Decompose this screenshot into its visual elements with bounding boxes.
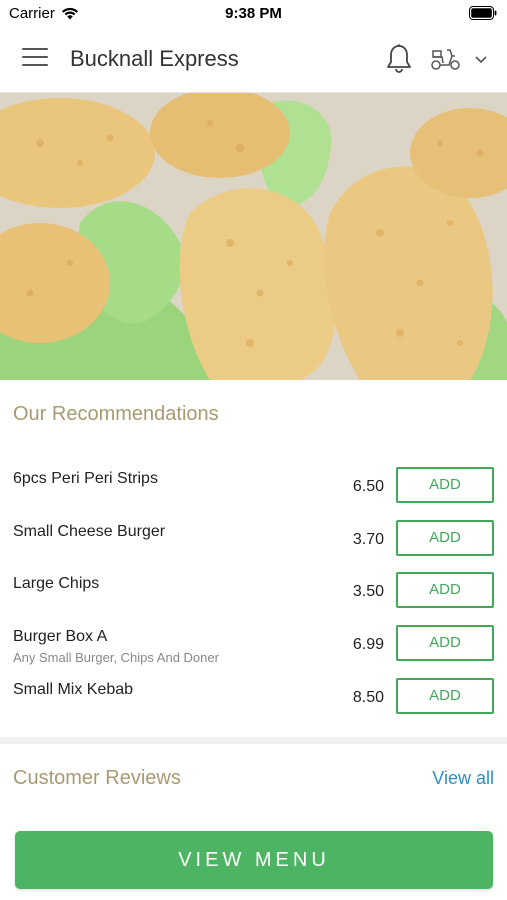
battery-icon [469,6,497,24]
status-bar: Carrier 9:38 PM [0,0,507,28]
recommendation-item: Small Mix Kebab 8.50 ADD [0,678,507,731]
scooter-icon [431,49,460,70]
recommendation-item: Small Cheese Burger 3.70 ADD [0,520,507,573]
add-button[interactable]: ADD [396,467,494,503]
item-name: Large Chips [13,575,100,592]
add-button[interactable]: ADD [396,625,494,661]
reviews-title: Customer Reviews [13,767,181,789]
recommendations-title: Our Recommendations [13,403,219,425]
hero-image [0,93,507,380]
recommendation-item: 6pcs Peri Peri Strips 6.50 ADD [0,467,507,520]
recommendation-item: Large Chips 3.50 ADD [0,572,507,625]
add-button[interactable]: ADD [396,520,494,556]
item-name: 6pcs Peri Peri Strips [13,470,158,487]
section-divider [0,737,507,744]
delivery-mode-selector[interactable] [430,46,492,74]
view-all-reviews-link[interactable]: View all [432,768,494,789]
chevron-down-icon [475,56,487,64]
item-price: 3.70 [352,531,384,548]
add-button[interactable]: ADD [396,678,494,714]
item-price: 8.50 [352,689,384,706]
item-name: Small Cheese Burger [13,523,166,540]
item-price: 6.50 [352,478,384,495]
recommendation-item: Burger Box A Any Small Burger, Chips And… [0,625,507,678]
bell-icon[interactable] [384,43,414,75]
page-title: Bucknall Express [70,46,239,71]
status-time: 9:38 PM [225,5,282,22]
item-price: 6.99 [352,636,384,653]
app-header: Bucknall Express [0,28,507,93]
hamburger-menu-icon[interactable] [22,48,48,70]
view-menu-button[interactable]: VIEW MENU [15,831,493,889]
item-price: 3.50 [352,583,384,600]
item-description: Any Small Burger, Chips And Doner [13,650,219,665]
item-name: Burger Box A [13,628,108,645]
add-button[interactable]: ADD [396,572,494,608]
item-name: Small Mix Kebab [13,681,134,698]
